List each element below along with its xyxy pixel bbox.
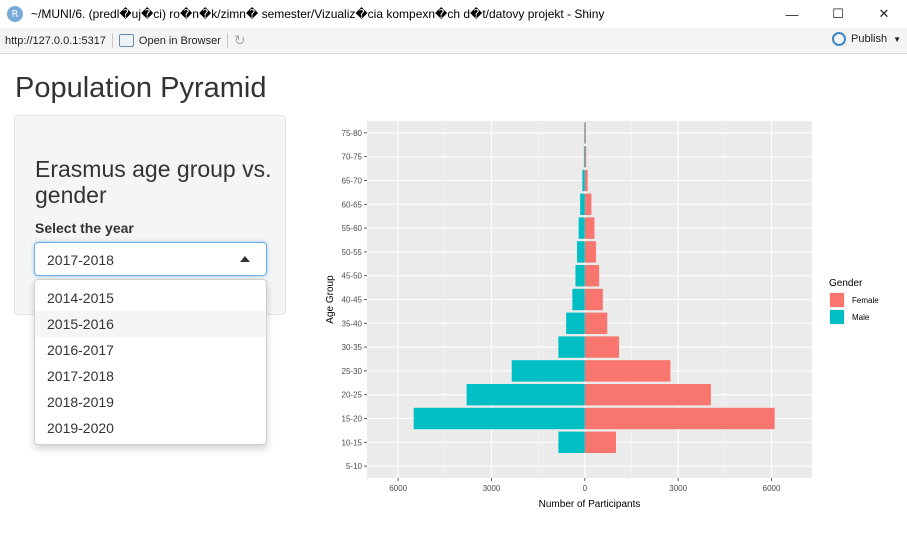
bar-male [582,169,585,192]
y-tick-label: 75-80 [342,129,363,138]
bar-female [584,431,616,454]
bar-male [558,336,585,358]
bar-female [584,122,586,144]
y-tick-label: 25-30 [342,367,363,376]
y-tick-label: 65-70 [342,177,363,186]
bar-female [584,336,620,358]
y-tick-label: 10-15 [342,438,363,447]
y-tick-label: 20-25 [342,391,363,400]
legend-label: Female [852,296,879,305]
bar-male [583,145,585,168]
y-tick-label: 5-10 [346,462,363,471]
bar-female [584,193,592,216]
bar-male [577,241,585,263]
y-tick-label: 55-60 [342,224,363,233]
bar-male [466,383,585,406]
x-axis-title: Number of Participants [539,499,641,510]
bar-female [584,145,587,168]
y-tick-label: 60-65 [342,200,363,209]
legend-title: Gender [829,278,863,289]
x-tick-label: 3000 [669,484,687,493]
bar-male [580,193,585,216]
bar-female [584,360,671,382]
y-tick-label: 45-50 [342,272,363,281]
x-tick-label: 0 [583,484,588,493]
bar-male [558,431,585,454]
y-tick-label: 70-75 [342,153,363,162]
bar-male [413,407,585,430]
bar-male [572,288,585,311]
legend-label: Male [852,313,870,322]
y-tick-label: 30-35 [342,343,363,352]
bar-female [584,312,608,335]
y-tick-label: 35-40 [342,319,363,328]
bar-female [584,241,597,263]
bar-female [584,264,600,287]
bar-female [584,288,603,311]
bar-male [575,264,585,287]
y-axis-title: Age Group [325,275,336,324]
legend-key [830,293,844,307]
y-tick-label: 40-45 [342,296,363,305]
x-tick-label: 6000 [389,484,407,493]
bar-male [566,312,585,335]
bar-female [584,407,775,430]
bar-male [584,122,585,144]
bar-female [584,169,588,192]
bar-male [578,217,585,239]
y-tick-label: 50-55 [342,248,363,257]
bar-female [584,217,595,239]
bar-female [584,383,711,406]
population-pyramid-chart: 5-10 10-15 15-20 20-25 25-30 30-35 35-40 40-45 4… [325,121,879,510]
x-tick-label: 6000 [763,484,781,493]
y-tick-label: 15-20 [342,415,363,424]
bar-male [511,360,585,382]
legend-key [830,310,844,324]
x-tick-label: 3000 [483,484,501,493]
